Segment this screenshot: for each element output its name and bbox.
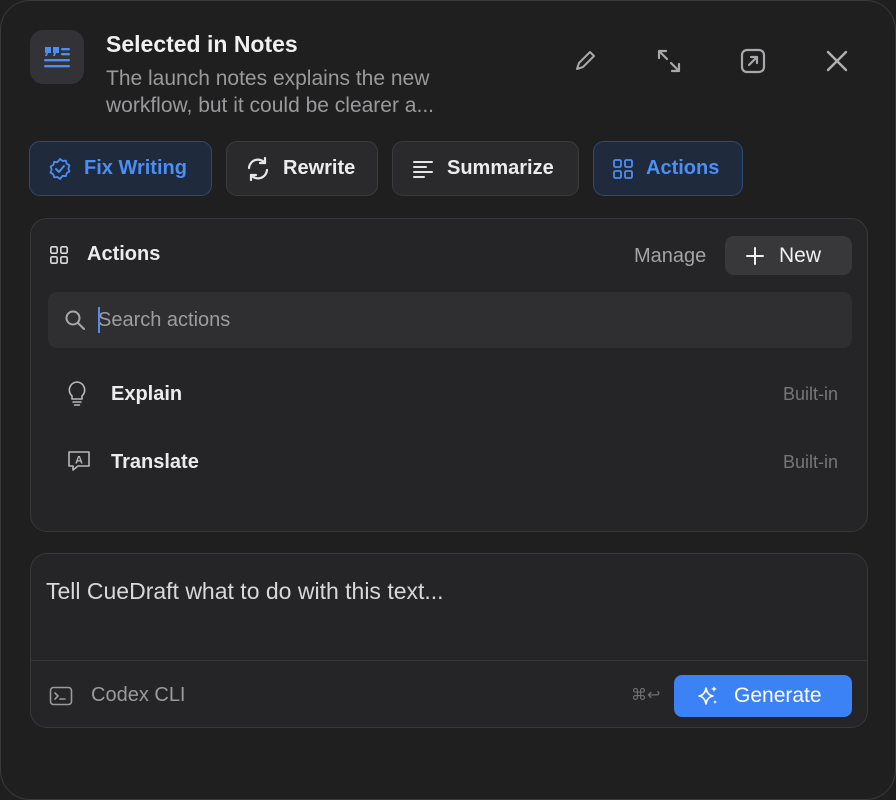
builtin-badge: Built-in (782, 451, 838, 472)
tab-summarize[interactable]: Summarize (392, 141, 579, 196)
tab-actions[interactable]: Actions (593, 141, 743, 196)
search-input[interactable] (98, 292, 838, 348)
open-external-button[interactable] (735, 43, 771, 79)
builtin-badge: Built-in (782, 383, 838, 404)
edit-button[interactable] (567, 43, 603, 79)
tab-rewrite-label: Rewrite (283, 157, 356, 179)
sparkles-icon (698, 686, 717, 705)
prompt-input[interactable]: Tell CueDraft what to do with this text.… (46, 578, 444, 605)
lightbulb-icon (68, 381, 86, 406)
expand-button[interactable] (651, 43, 687, 79)
open-external-icon (740, 48, 766, 74)
expand-icon (657, 49, 681, 73)
action-item-label: Explain (111, 382, 183, 405)
tab-actions-label: Actions (646, 157, 720, 179)
translate-icon: A (68, 451, 90, 471)
generate-button[interactable]: Generate (674, 675, 852, 717)
svg-text:A: A (75, 455, 83, 467)
actions-card: Actions Manage New Explain (30, 218, 868, 532)
action-item-translate[interactable]: A Translate Built-in (48, 434, 852, 490)
quick-actions-panel: Selected in Notes The launch notes expla… (0, 0, 896, 800)
tab-summarize-label: Summarize (447, 157, 554, 179)
grid-icon (50, 245, 68, 264)
selected-text-preview: The launch notes explains the new workfl… (106, 67, 434, 117)
text-caret (98, 307, 100, 333)
new-action-label: New (779, 243, 822, 267)
search-icon (65, 310, 85, 330)
new-action-button[interactable]: New (725, 236, 852, 275)
action-item-explain[interactable]: Explain Built-in (48, 366, 852, 422)
actions-header: Actions (49, 243, 160, 266)
action-item-label: Translate (111, 450, 199, 473)
pencil-icon (576, 51, 595, 70)
close-icon (826, 50, 848, 72)
composer-divider (31, 660, 867, 661)
keyboard-shortcut: ⌘↩ (631, 687, 661, 704)
actions-title: Actions (87, 243, 161, 265)
close-button[interactable] (819, 43, 855, 79)
refresh-icon (247, 156, 269, 181)
notes-quote-icon (30, 30, 84, 84)
prompt-composer: Tell CueDraft what to do with this text.… (30, 553, 868, 728)
text-lines-icon (413, 160, 433, 178)
badge-check-icon (49, 157, 71, 180)
terminal-icon (49, 686, 73, 705)
page-title: Selected in Notes (106, 31, 298, 57)
generate-label: Generate (734, 684, 822, 707)
manage-link[interactable]: Manage (634, 245, 706, 268)
plus-icon (746, 246, 764, 265)
tab-fix-writing-label: Fix Writing (84, 157, 187, 179)
tab-fix-writing[interactable]: Fix Writing (29, 141, 212, 196)
search-box (48, 292, 852, 348)
tab-rewrite[interactable]: Rewrite (226, 141, 378, 196)
model-label: Codex CLI (91, 684, 186, 706)
grid-icon (613, 158, 633, 179)
model-selector[interactable]: Codex CLI (49, 684, 186, 707)
